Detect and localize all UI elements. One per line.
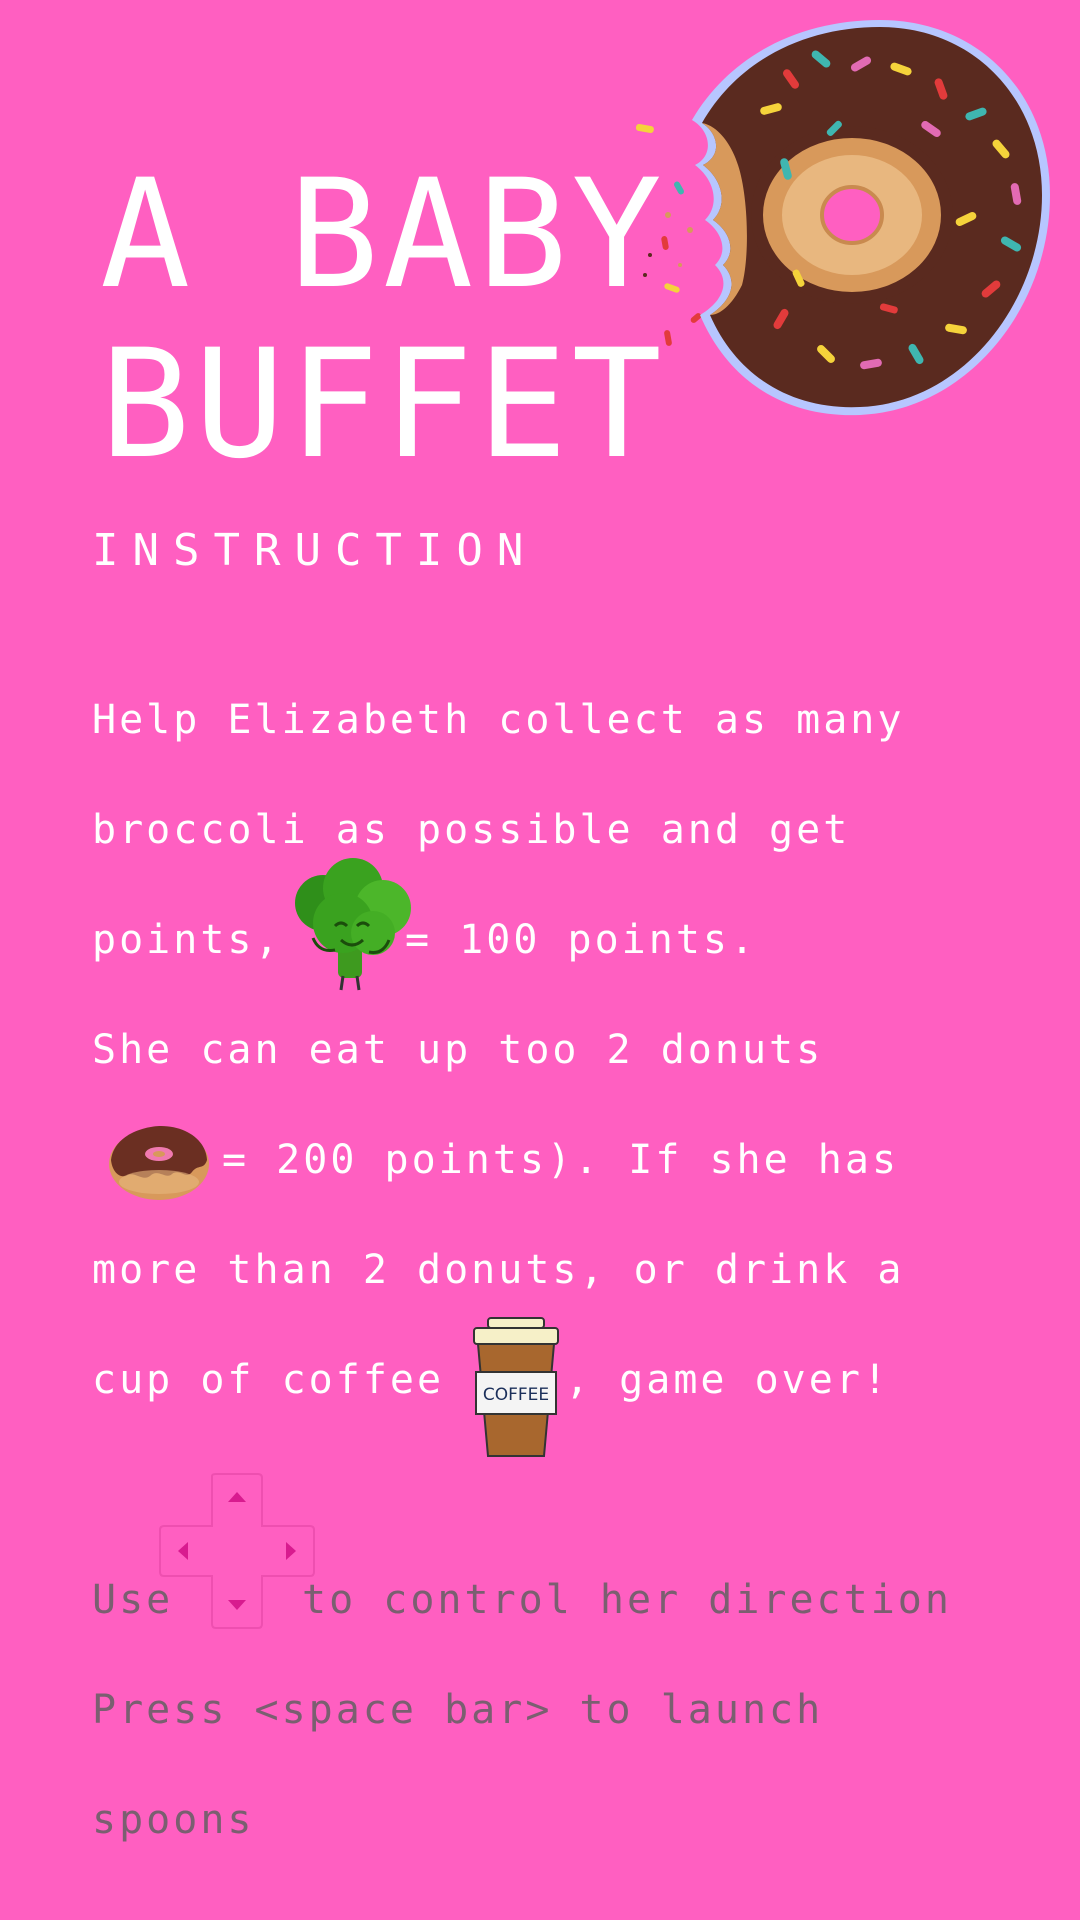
instruction-line-3-end: = 100 points. <box>405 917 758 963</box>
instruction-line-4: She can eat up too 2 donuts <box>92 1027 824 1073</box>
controls-line-1-end: to control her direction <box>302 1577 952 1623</box>
instruction-line-7-start: cup of coffee <box>92 1357 445 1403</box>
donut-icon <box>109 1126 209 1200</box>
controls-line-2: Press <space bar> to launch <box>92 1687 824 1733</box>
instruction-line-6: more than 2 donuts, or drink a <box>92 1247 905 1293</box>
controls-line-3: spoons <box>92 1797 255 1843</box>
donut-crumbs <box>635 123 702 346</box>
instruction-line-3-start: points, <box>92 917 282 963</box>
coffee-cup-label: COFFEE <box>483 1385 549 1405</box>
instruction-line-2: broccoli as possible and get <box>92 807 851 853</box>
game-title: A BABY BUFFET <box>100 148 666 492</box>
title-line-1: A BABY <box>100 148 666 322</box>
donut-icon <box>635 20 1050 416</box>
broccoli-icon <box>295 858 411 991</box>
coffee-cup-icon: COFFEE <box>473 1317 559 1457</box>
instruction-line-1: Help Elizabeth collect as many <box>92 697 905 743</box>
instruction-heading: INSTRUCTION <box>92 525 538 576</box>
controls-line-1-start: Use <box>92 1577 174 1623</box>
arrow-keys-icon <box>159 1473 315 1629</box>
title-line-2: BUFFET <box>100 318 666 492</box>
instruction-line-5: = 200 points). If she has <box>222 1137 900 1183</box>
instruction-line-7-end: , game over! <box>565 1357 890 1403</box>
